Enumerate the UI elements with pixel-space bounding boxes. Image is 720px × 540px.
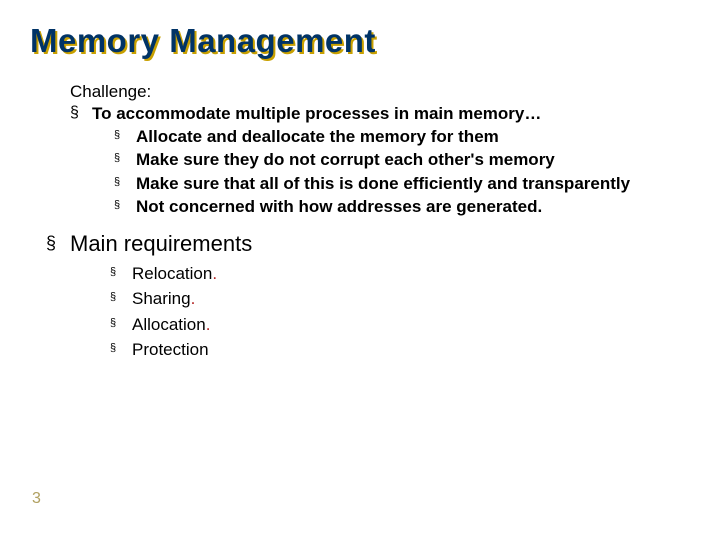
section-item: Main requirements Relocation. Sharing. A… <box>46 231 690 360</box>
slide-body: Challenge: To accommodate multiple proce… <box>70 82 690 360</box>
section-list: Main requirements Relocation. Sharing. A… <box>70 231 690 360</box>
level1-list: To accommodate multiple processes in mai… <box>70 104 690 217</box>
req-dot: . <box>212 264 217 283</box>
challenge-lead: Challenge: <box>70 82 690 102</box>
level2-item: Make sure they do not corrupt each other… <box>114 149 690 170</box>
slide-title: Memory Management <box>30 22 376 60</box>
req-text: Relocation <box>132 264 212 283</box>
level2-list: Allocate and deallocate the memory for t… <box>92 126 690 217</box>
level3-list: Relocation. Sharing. Allocation. Protect… <box>70 263 690 360</box>
level3-item: Sharing. <box>110 288 690 309</box>
req-text: Sharing <box>132 289 191 308</box>
level2-item: Not concerned with how addresses are gen… <box>114 196 690 217</box>
level2-item: Allocate and deallocate the memory for t… <box>114 126 690 147</box>
level3-item: Relocation. <box>110 263 690 284</box>
page-number: 3 <box>32 490 41 508</box>
level3-item: Protection <box>110 339 690 360</box>
level1-item: To accommodate multiple processes in mai… <box>70 104 690 217</box>
level3-item: Allocation. <box>110 314 690 335</box>
section-title: Main requirements <box>70 231 252 256</box>
req-dot: . <box>191 289 196 308</box>
req-text: Protection <box>132 340 209 359</box>
slide: Memory Management Challenge: To accommod… <box>0 0 720 540</box>
level1-text: To accommodate multiple processes in mai… <box>92 104 541 123</box>
req-text: Allocation <box>132 315 206 334</box>
level2-item: Make sure that all of this is done effic… <box>114 173 690 194</box>
req-dot: . <box>206 315 211 334</box>
